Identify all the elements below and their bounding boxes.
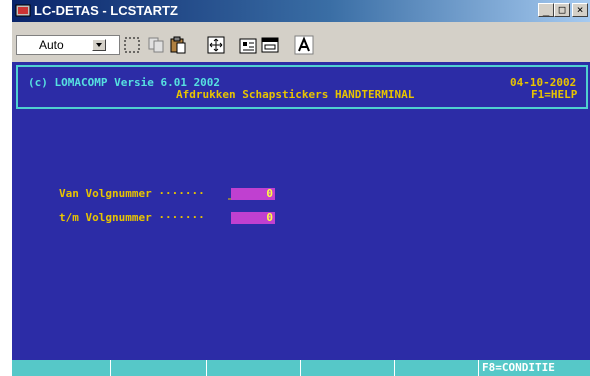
screen-subtitle: Afdrukken Schapstickers HANDTERMINAL	[176, 88, 415, 101]
toolbar: Auto	[12, 22, 590, 62]
status-divider	[206, 360, 207, 376]
help-hint: F1=HELP	[531, 88, 578, 101]
terminal-screen[interactable]: (c) LOMACOMP Versie 6.01 2002 Afdrukken …	[12, 62, 590, 376]
copy-icon[interactable]	[146, 35, 166, 55]
minimize-button[interactable]: _	[538, 3, 554, 17]
status-bar: F8=CONDITIE	[12, 360, 590, 376]
status-divider	[394, 360, 395, 376]
font-size-value: Auto	[39, 38, 64, 52]
field-label-tm-volgnummer: t/m Volgnummer ·······	[59, 211, 205, 224]
chevron-down-icon[interactable]	[92, 39, 106, 51]
status-divider	[110, 360, 111, 376]
f8-conditie-hint: F8=CONDITIE	[482, 361, 555, 374]
window-title: LC-DETAS - LCSTARTZ	[34, 3, 178, 18]
background-icon[interactable]	[260, 35, 280, 55]
font-size-select[interactable]: Auto	[16, 35, 120, 55]
title-bar[interactable]: LC-DETAS - LCSTARTZ _ □ ×	[12, 0, 590, 22]
status-divider	[478, 360, 479, 376]
van-volgnummer-input[interactable]: 0	[231, 188, 275, 200]
paste-icon[interactable]	[168, 35, 188, 55]
app-icon[interactable]	[15, 3, 31, 19]
properties-icon[interactable]	[238, 35, 258, 55]
font-icon[interactable]	[294, 35, 314, 55]
header-box: (c) LOMACOMP Versie 6.01 2002 Afdrukken …	[16, 65, 588, 109]
fullscreen-icon[interactable]	[206, 35, 226, 55]
field-label-van-volgnummer: Van Volgnummer ·······	[59, 187, 205, 200]
maximize-button[interactable]: □	[554, 3, 570, 17]
tm-volgnummer-input[interactable]: 0	[231, 212, 275, 224]
status-divider	[300, 360, 301, 376]
mark-icon[interactable]	[122, 35, 142, 55]
close-button[interactable]: ×	[572, 3, 588, 17]
